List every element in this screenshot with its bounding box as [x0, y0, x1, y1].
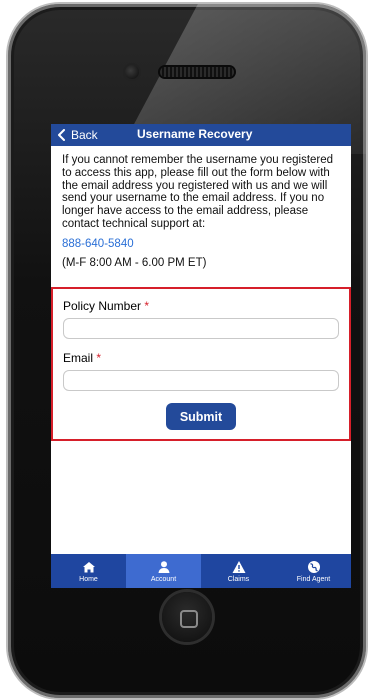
home-icon [82, 561, 95, 572]
tab-label: Account [150, 575, 177, 583]
chevron-left-icon [58, 129, 65, 141]
globe-icon [307, 560, 320, 573]
submit-button[interactable]: Submit [166, 403, 236, 430]
email-label: Email * [63, 351, 339, 365]
required-indicator: * [96, 351, 102, 365]
bottom-tab-bar: Home Account Claims Find Agent [51, 554, 351, 588]
intro-text: If you cannot remember the username you … [62, 154, 334, 230]
page-title: Username Recovery [137, 127, 253, 141]
policy-number-label-text: Policy Number [63, 299, 142, 313]
speaker-grille [160, 67, 234, 77]
tab-label: Home [79, 575, 98, 583]
recovery-form: Policy Number * Email * Submit [51, 287, 351, 441]
tab-label: Claims [227, 575, 250, 583]
user-icon [158, 560, 169, 573]
tab-label: Find Agent [296, 575, 331, 583]
camera-lens [125, 65, 139, 79]
top-navigation-bar: Back Username Recovery [51, 124, 351, 146]
app-screen: Back Username Recovery If you cannot rem… [51, 124, 351, 588]
tab-account[interactable]: Account [126, 554, 201, 588]
back-label: Back [71, 128, 98, 142]
recovery-instructions: If you cannot remember the username you … [51, 146, 351, 269]
tab-claims[interactable]: Claims [201, 554, 276, 588]
home-button[interactable] [162, 592, 212, 642]
tab-find-agent[interactable]: Find Agent [276, 554, 351, 588]
back-button[interactable]: Back [51, 128, 98, 142]
phone-frame: Back Username Recovery If you cannot rem… [6, 2, 368, 700]
email-input[interactable] [63, 370, 339, 391]
policy-number-input[interactable] [63, 318, 339, 339]
warning-icon [232, 560, 245, 573]
tab-home[interactable]: Home [51, 554, 126, 588]
email-label-text: Email [63, 351, 94, 365]
policy-number-label: Policy Number * [63, 299, 339, 313]
support-hours: (M-F 8:00 AM - 6.00 PM ET) [62, 256, 207, 269]
support-phone-link[interactable]: 888-640-5840 [62, 238, 341, 251]
required-indicator: * [144, 299, 150, 313]
